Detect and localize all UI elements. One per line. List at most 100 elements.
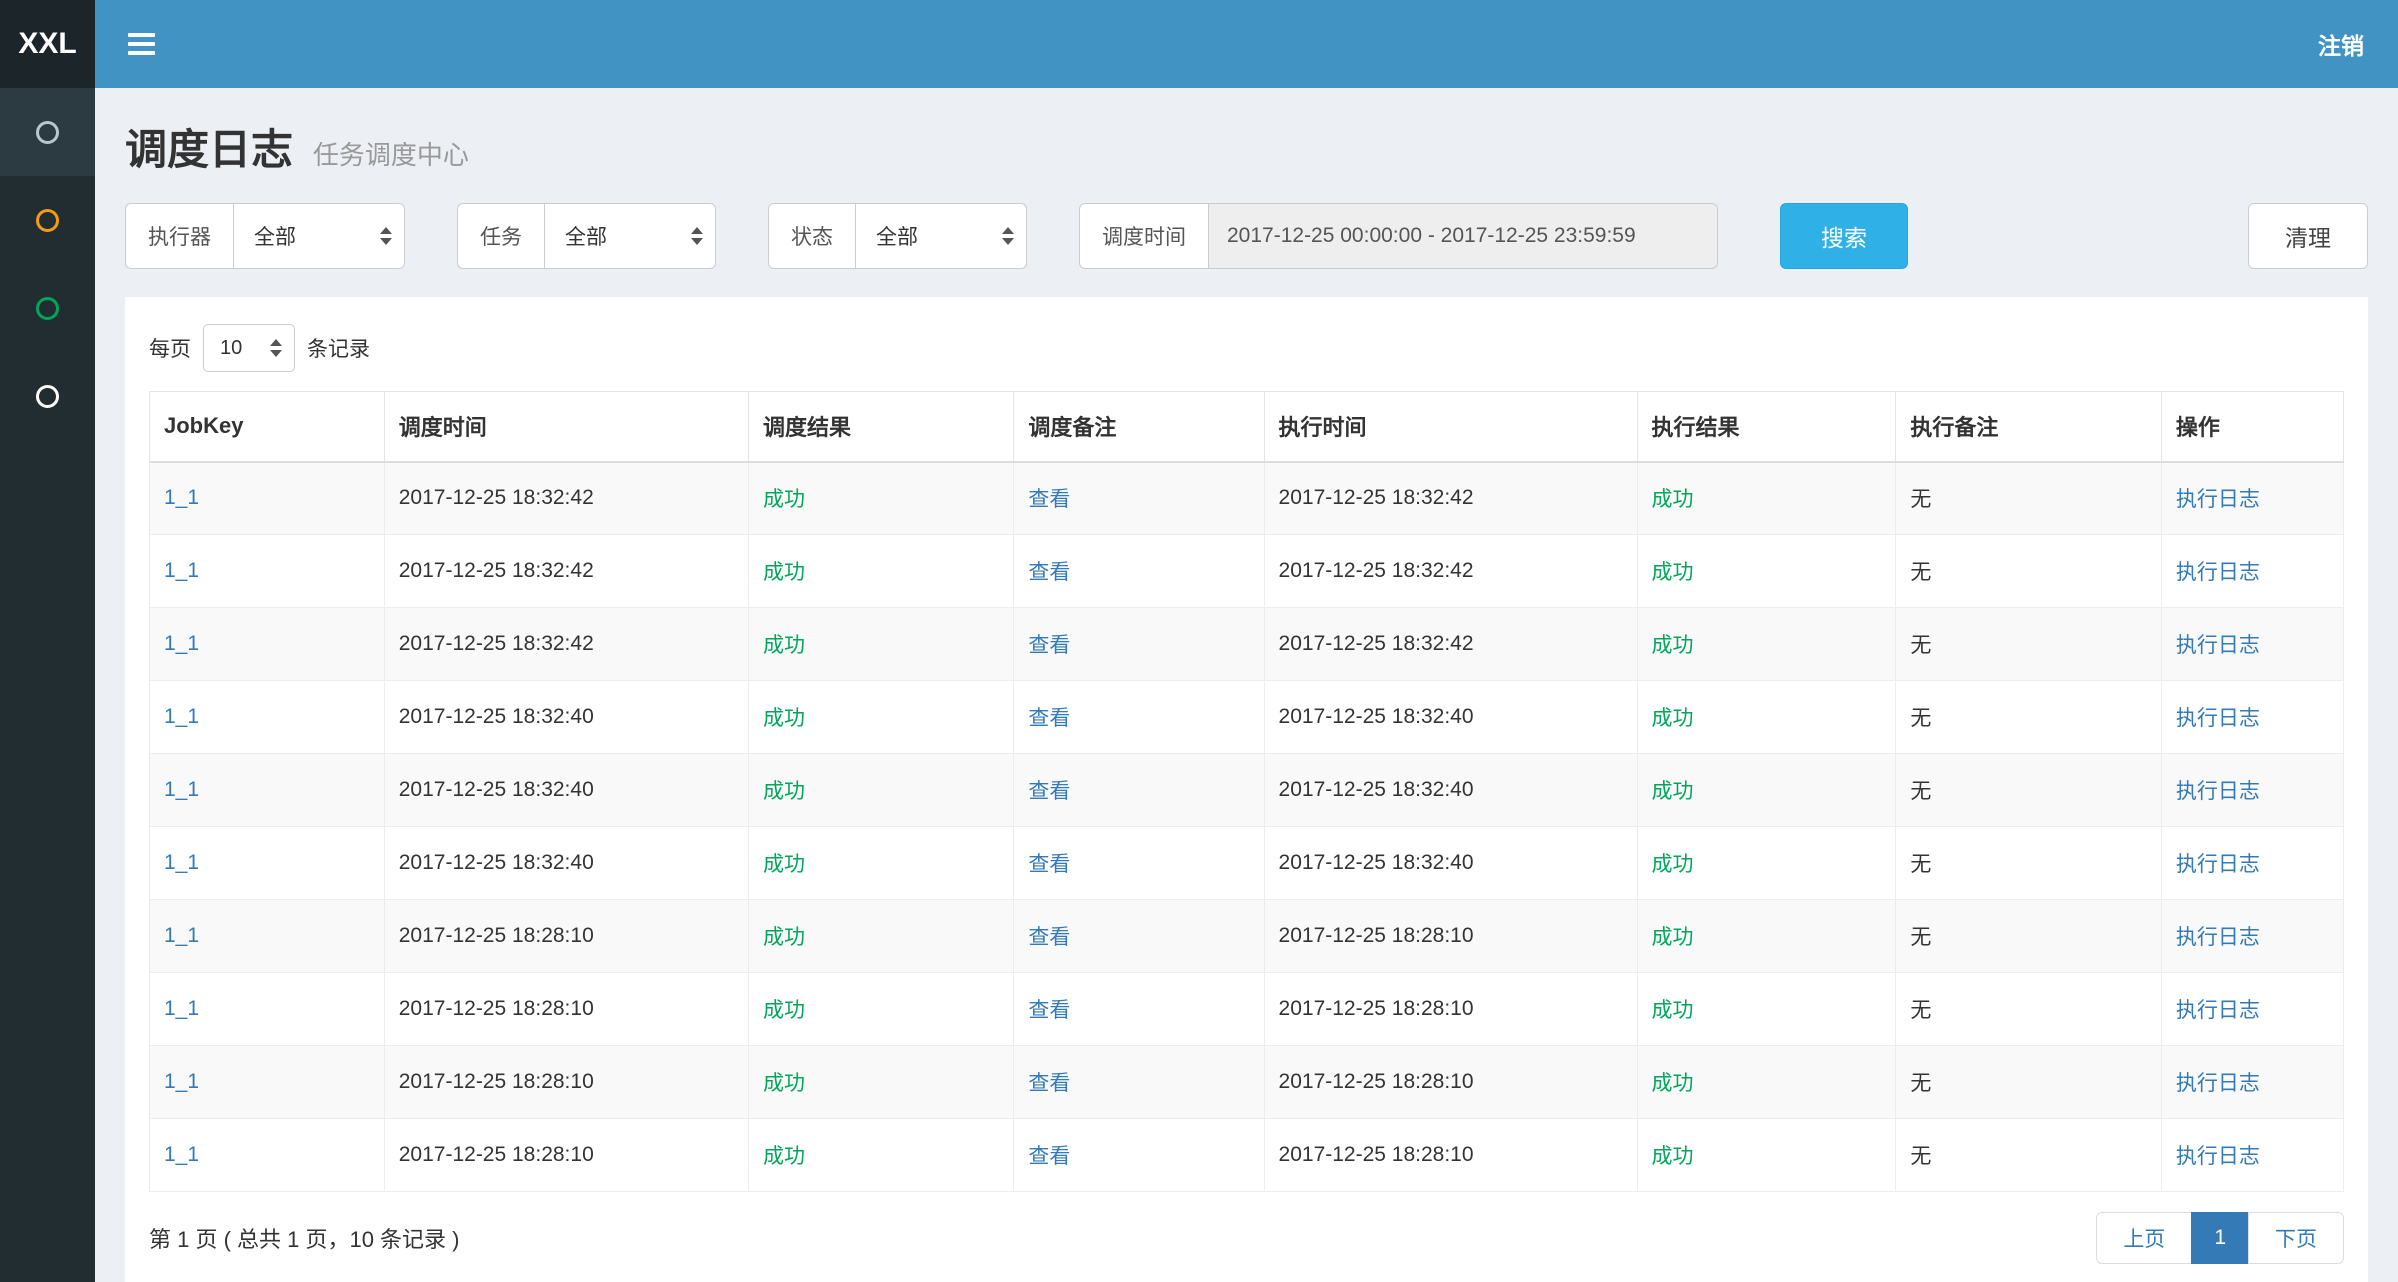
cell-job_key: 1_1: [150, 535, 385, 608]
table-row: 1_12017-12-25 18:32:42成功查看2017-12-25 18:…: [150, 462, 2344, 535]
handle_msg-text: 无: [1910, 634, 1931, 657]
main-content: 调度日志 任务调度中心 执行器 全部 任务 全部 状态 全部: [95, 0, 2398, 1282]
job_key-link[interactable]: 1_1: [164, 1070, 199, 1093]
page-number-button[interactable]: 1: [2191, 1212, 2249, 1264]
action-link[interactable]: 执行日志: [2176, 926, 2260, 949]
cell-action: 执行日志: [2161, 1046, 2343, 1119]
cell-trigger_time: 2017-12-25 18:32:40: [384, 681, 748, 754]
app-logo[interactable]: XXL: [0, 0, 95, 88]
handle_msg-text: 无: [1910, 561, 1931, 584]
column-header-handle_msg: 执行备注: [1896, 392, 2161, 462]
table-header-row: JobKey调度时间调度结果调度备注执行时间执行结果执行备注操作: [150, 392, 2344, 462]
pagination-summary: 第 1 页 ( 总共 1 页，10 条记录 ): [149, 1222, 460, 1254]
trigger_result-text: 成功: [763, 634, 805, 657]
sidebar-item-3[interactable]: [0, 264, 95, 352]
action-link[interactable]: 执行日志: [2176, 634, 2260, 657]
status-filter-group: 状态 全部: [768, 203, 1027, 269]
job-filter-select[interactable]: 全部: [544, 203, 716, 269]
trigger_result-text: 成功: [763, 1072, 805, 1095]
trigger_msg-link[interactable]: 查看: [1028, 853, 1070, 876]
clear-button[interactable]: 清理: [2248, 203, 2368, 269]
job_key-link[interactable]: 1_1: [164, 705, 199, 728]
cell-trigger_result: 成功: [748, 462, 1013, 535]
trigger_msg-link[interactable]: 查看: [1028, 634, 1070, 657]
content-box: 每页 10 条记录 JobKey调度时间调度结果调度备注执行时间执行结果执行备注…: [125, 297, 2368, 1282]
column-header-handle_time: 执行时间: [1264, 392, 1637, 462]
cell-trigger_result: 成功: [748, 535, 1013, 608]
job-filter-value: 全部: [565, 221, 607, 251]
cell-handle_msg: 无: [1896, 1046, 2161, 1119]
job_key-link[interactable]: 1_1: [164, 924, 199, 947]
trigger_msg-link[interactable]: 查看: [1028, 1072, 1070, 1095]
trigger_time-text: 2017-12-25 18:32:40: [399, 851, 594, 874]
action-link[interactable]: 执行日志: [2176, 853, 2260, 876]
job_key-link[interactable]: 1_1: [164, 486, 199, 509]
cell-handle_result: 成功: [1637, 827, 1896, 900]
cell-trigger_msg: 查看: [1014, 608, 1264, 681]
action-link[interactable]: 执行日志: [2176, 1072, 2260, 1095]
job_key-link[interactable]: 1_1: [164, 1143, 199, 1166]
cell-job_key: 1_1: [150, 1119, 385, 1192]
sidebar-item-2[interactable]: [0, 176, 95, 264]
sidebar-item-4[interactable]: [0, 352, 95, 440]
select-stepper-icon: [270, 339, 282, 357]
job_key-link[interactable]: 1_1: [164, 851, 199, 874]
page-title: 调度日志: [125, 126, 293, 173]
trigger_msg-link[interactable]: 查看: [1028, 707, 1070, 730]
cell-job_key: 1_1: [150, 681, 385, 754]
trigger_msg-link[interactable]: 查看: [1028, 488, 1070, 511]
cell-trigger_result: 成功: [748, 754, 1013, 827]
trigger_time-text: 2017-12-25 18:32:40: [399, 705, 594, 728]
trigger_time-text: 2017-12-25 18:28:10: [399, 1143, 594, 1166]
prev-page-button[interactable]: 上页: [2096, 1212, 2192, 1264]
sidebar-toggle-button[interactable]: [95, 0, 187, 88]
job_key-link[interactable]: 1_1: [164, 559, 199, 582]
cell-handle_time: 2017-12-25 18:28:10: [1264, 900, 1637, 973]
cell-job_key: 1_1: [150, 754, 385, 827]
column-header-handle_result: 执行结果: [1637, 392, 1896, 462]
handle_msg-text: 无: [1910, 1072, 1931, 1095]
cell-action: 执行日志: [2161, 1119, 2343, 1192]
page-size-select[interactable]: 10: [203, 324, 295, 372]
search-button[interactable]: 搜索: [1780, 203, 1908, 269]
trigger_msg-link[interactable]: 查看: [1028, 999, 1070, 1022]
trigger-time-range-input[interactable]: 2017-12-25 00:00:00 - 2017-12-25 23:59:5…: [1208, 203, 1718, 269]
action-link[interactable]: 执行日志: [2176, 488, 2260, 511]
action-link[interactable]: 执行日志: [2176, 999, 2260, 1022]
trigger_msg-link[interactable]: 查看: [1028, 780, 1070, 803]
status-filter-select[interactable]: 全部: [855, 203, 1027, 269]
dispatch-log-table: JobKey调度时间调度结果调度备注执行时间执行结果执行备注操作 1_1 2017…: [149, 391, 2344, 1192]
trigger_msg-link[interactable]: 查看: [1028, 926, 1070, 949]
cell-handle_result: 成功: [1637, 535, 1896, 608]
sidebar-item-1[interactable]: [0, 88, 95, 176]
handle_time-text: 2017-12-25 18:32:42: [1279, 486, 1474, 509]
action-link[interactable]: 执行日志: [2176, 561, 2260, 584]
logout-link[interactable]: 注销: [2284, 0, 2398, 88]
cell-trigger_msg: 查看: [1014, 681, 1264, 754]
action-link[interactable]: 执行日志: [2176, 707, 2260, 730]
action-link[interactable]: 执行日志: [2176, 780, 2260, 803]
table-row: 1_12017-12-25 18:28:10成功查看2017-12-25 18:…: [150, 900, 2344, 973]
cell-handle_result: 成功: [1637, 1046, 1896, 1119]
sidebar: [0, 88, 95, 1282]
cell-handle_time: 2017-12-25 18:32:40: [1264, 827, 1637, 900]
job_key-link[interactable]: 1_1: [164, 997, 199, 1020]
cell-trigger_result: 成功: [748, 973, 1013, 1046]
job_key-link[interactable]: 1_1: [164, 632, 199, 655]
trigger_msg-link[interactable]: 查看: [1028, 561, 1070, 584]
page-header: 调度日志 任务调度中心: [95, 88, 2398, 177]
job_key-link[interactable]: 1_1: [164, 778, 199, 801]
cell-trigger_msg: 查看: [1014, 462, 1264, 535]
action-link[interactable]: 执行日志: [2176, 1145, 2260, 1168]
next-page-button[interactable]: 下页: [2248, 1212, 2344, 1264]
cell-handle_time: 2017-12-25 18:32:42: [1264, 608, 1637, 681]
trigger_result-text: 成功: [763, 707, 805, 730]
handle_time-text: 2017-12-25 18:32:40: [1279, 851, 1474, 874]
cell-action: 执行日志: [2161, 754, 2343, 827]
cell-handle_msg: 无: [1896, 973, 2161, 1046]
handle_time-text: 2017-12-25 18:28:10: [1279, 1143, 1474, 1166]
trigger_msg-link[interactable]: 查看: [1028, 1145, 1070, 1168]
handle_time-text: 2017-12-25 18:32:42: [1279, 559, 1474, 582]
executor-filter-select[interactable]: 全部: [233, 203, 405, 269]
cell-trigger_time: 2017-12-25 18:28:10: [384, 1119, 748, 1192]
